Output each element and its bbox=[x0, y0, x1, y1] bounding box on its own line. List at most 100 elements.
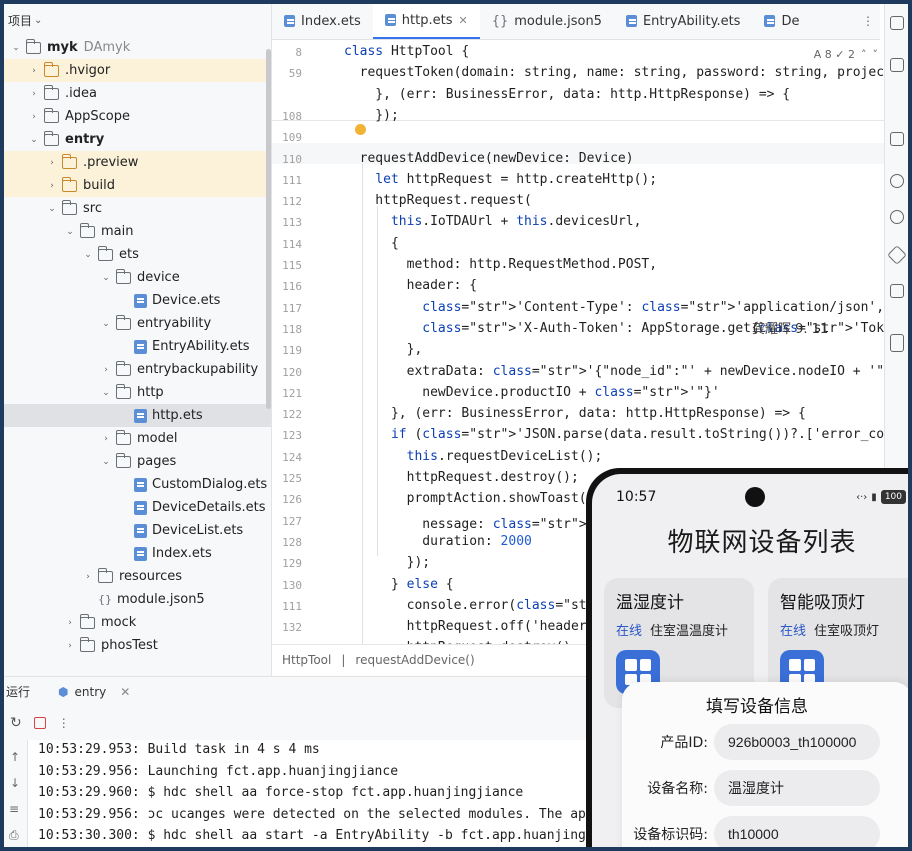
editor-tab[interactable]: Index.ets bbox=[272, 3, 373, 39]
more-options-icon[interactable]: ⋮ bbox=[58, 716, 70, 730]
previewer-icon[interactable] bbox=[890, 132, 904, 146]
database-icon[interactable] bbox=[890, 174, 904, 188]
tree-item[interactable]: › .hvigor bbox=[4, 59, 271, 82]
chevron-up-icon[interactable]: ˄ bbox=[861, 48, 867, 61]
ets-file-icon bbox=[134, 523, 147, 538]
tree-item[interactable]: ⌄ main bbox=[4, 220, 271, 243]
tree-item-label: DeviceList.ets bbox=[152, 523, 244, 538]
tree-item[interactable]: ⌄ ets bbox=[4, 243, 271, 266]
device-id-field[interactable]: th10000 bbox=[714, 816, 880, 851]
folder-icon bbox=[43, 107, 59, 123]
star-icon[interactable] bbox=[887, 245, 907, 265]
inspection-counts: A 8 ✓ 2 bbox=[813, 48, 855, 61]
tree-item[interactable]: › .preview bbox=[4, 151, 271, 174]
run-tab-entry[interactable]: ⬢ entry ✕ bbox=[58, 685, 130, 699]
chevron-down-icon[interactable]: ⌄ bbox=[100, 457, 112, 467]
chevron-down-icon[interactable]: ⌄ bbox=[64, 227, 76, 237]
inspection-widget[interactable]: A 8 ✓ 2 ˄ ˅ bbox=[814, 48, 878, 61]
tree-item[interactable]: CustomDialog.ets bbox=[4, 473, 271, 496]
chevron-down-icon[interactable]: ⌄ bbox=[100, 273, 112, 283]
notifications-icon[interactable] bbox=[890, 16, 904, 30]
product-id-field[interactable]: 926b0003_th100000 bbox=[714, 724, 880, 760]
code-line: } else { bbox=[344, 576, 454, 592]
chevron-right-icon[interactable]: › bbox=[28, 112, 40, 122]
chevron-down-icon[interactable]: ⌄ bbox=[28, 135, 40, 145]
json-file-icon: {} bbox=[98, 593, 112, 606]
tree-item[interactable]: › phosTest bbox=[4, 634, 271, 657]
tree-item[interactable]: › build bbox=[4, 174, 271, 197]
tree-item[interactable]: ⌄ src bbox=[4, 197, 271, 220]
tree-item[interactable]: ⌄ entry bbox=[4, 128, 271, 151]
editor-tab[interactable]: http.ets ✕ bbox=[372, 3, 480, 39]
wrap-icon[interactable]: ≡ bbox=[9, 802, 19, 816]
device-id-label: 设备标识码: bbox=[633, 827, 708, 843]
chevron-down-icon[interactable]: ⌄ bbox=[100, 388, 112, 398]
close-icon[interactable]: ✕ bbox=[120, 685, 130, 699]
chevron-down-icon[interactable]: ⌄ bbox=[10, 43, 22, 53]
tree-item[interactable]: ⌄ device bbox=[4, 266, 271, 289]
tree-item[interactable]: EntryAbility.ets bbox=[4, 335, 271, 358]
chevron-right-icon[interactable]: › bbox=[64, 641, 76, 651]
globe-icon[interactable] bbox=[890, 210, 904, 224]
chevron-right-icon[interactable]: › bbox=[82, 572, 94, 582]
tree-item[interactable]: › mock bbox=[4, 611, 271, 634]
tree-item[interactable]: ⌄ entryability bbox=[4, 312, 271, 335]
line-number: 132 bbox=[282, 621, 302, 635]
chevron-right-icon[interactable]: › bbox=[64, 618, 76, 628]
editor-tab[interactable]: EntryAbility.ets bbox=[614, 3, 753, 39]
tree-item[interactable]: › model bbox=[4, 427, 271, 450]
tree-item[interactable]: DeviceList.ets bbox=[4, 519, 271, 542]
line-number: 121 bbox=[282, 386, 302, 400]
tree-item[interactable]: ⌄ http bbox=[4, 381, 271, 404]
device-name-field[interactable]: 温湿度计 bbox=[714, 770, 880, 806]
lightbulb-icon[interactable] bbox=[355, 124, 366, 135]
watermark-text: 龚耀晖 9. 11 bbox=[752, 322, 829, 337]
tree-item[interactable]: http.ets bbox=[4, 404, 271, 427]
project-header[interactable]: 项目 ⌄ bbox=[4, 4, 271, 36]
breadcrumb-class[interactable]: HttpTool bbox=[282, 653, 331, 667]
code-line: duration: 2000 bbox=[344, 533, 532, 549]
tree-item[interactable]: › .idea bbox=[4, 82, 271, 105]
phone-icon[interactable] bbox=[890, 334, 904, 352]
chevron-down-icon[interactable]: ⌄ bbox=[34, 15, 42, 26]
tree-item[interactable]: DeviceDetails.ets bbox=[4, 496, 271, 519]
tree-item[interactable]: ⌄ myk DAmyk bbox=[4, 36, 271, 59]
breadcrumb-method[interactable]: requestAddDevice() bbox=[355, 653, 474, 667]
line-number: 111 bbox=[282, 173, 302, 187]
scroll-up-icon[interactable]: ↑ bbox=[10, 750, 20, 764]
scroll-down-icon[interactable]: ↓ bbox=[10, 776, 20, 790]
run-panel-label: 运行 bbox=[6, 685, 31, 699]
chevron-down-icon[interactable]: ⌄ bbox=[100, 319, 112, 329]
tree-item[interactable]: ⌄ pages bbox=[4, 450, 271, 473]
close-icon[interactable]: ✕ bbox=[458, 14, 467, 27]
chevron-right-icon[interactable]: › bbox=[28, 66, 40, 76]
chevron-down-icon[interactable]: ⌄ bbox=[82, 250, 94, 260]
tree-item[interactable]: › AppScope bbox=[4, 105, 271, 128]
project-scrollbar[interactable] bbox=[266, 49, 271, 409]
tree-item[interactable]: Index.ets bbox=[4, 542, 271, 565]
tree-item[interactable]: Device.ets bbox=[4, 289, 271, 312]
editor-tab-label: http.ets bbox=[401, 12, 453, 28]
more-tabs-icon[interactable]: ⋮ bbox=[862, 14, 876, 28]
rerun-icon[interactable]: ↻ bbox=[10, 715, 22, 731]
editor-tab[interactable]: {} module.json5 bbox=[480, 3, 614, 39]
tree-item[interactable]: › entrybackupability bbox=[4, 358, 271, 381]
stop-icon[interactable] bbox=[33, 717, 46, 729]
chevron-right-icon[interactable]: › bbox=[28, 89, 40, 99]
tree-item[interactable]: › resources bbox=[4, 565, 271, 588]
chevron-right-icon[interactable]: › bbox=[100, 365, 112, 375]
device-manager-icon[interactable] bbox=[890, 58, 904, 72]
chevron-down-icon[interactable]: ˅ bbox=[873, 48, 879, 61]
print-icon[interactable]: ⎙ bbox=[9, 828, 19, 843]
tree-item[interactable]: {} module.json5 bbox=[4, 588, 271, 611]
line-number: 114 bbox=[282, 237, 302, 251]
chevron-right-icon[interactable]: › bbox=[46, 181, 58, 191]
editor-tab[interactable]: De bbox=[752, 3, 811, 39]
chevron-right-icon[interactable]: › bbox=[46, 158, 58, 168]
editor-tab-label: De bbox=[781, 13, 800, 29]
folder-icon bbox=[97, 245, 113, 261]
chevron-right-icon[interactable]: › bbox=[100, 434, 112, 444]
signal-icon: ▮ bbox=[871, 491, 877, 503]
chevron-down-icon[interactable]: ⌄ bbox=[46, 204, 58, 214]
layout-icon[interactable] bbox=[890, 284, 904, 298]
